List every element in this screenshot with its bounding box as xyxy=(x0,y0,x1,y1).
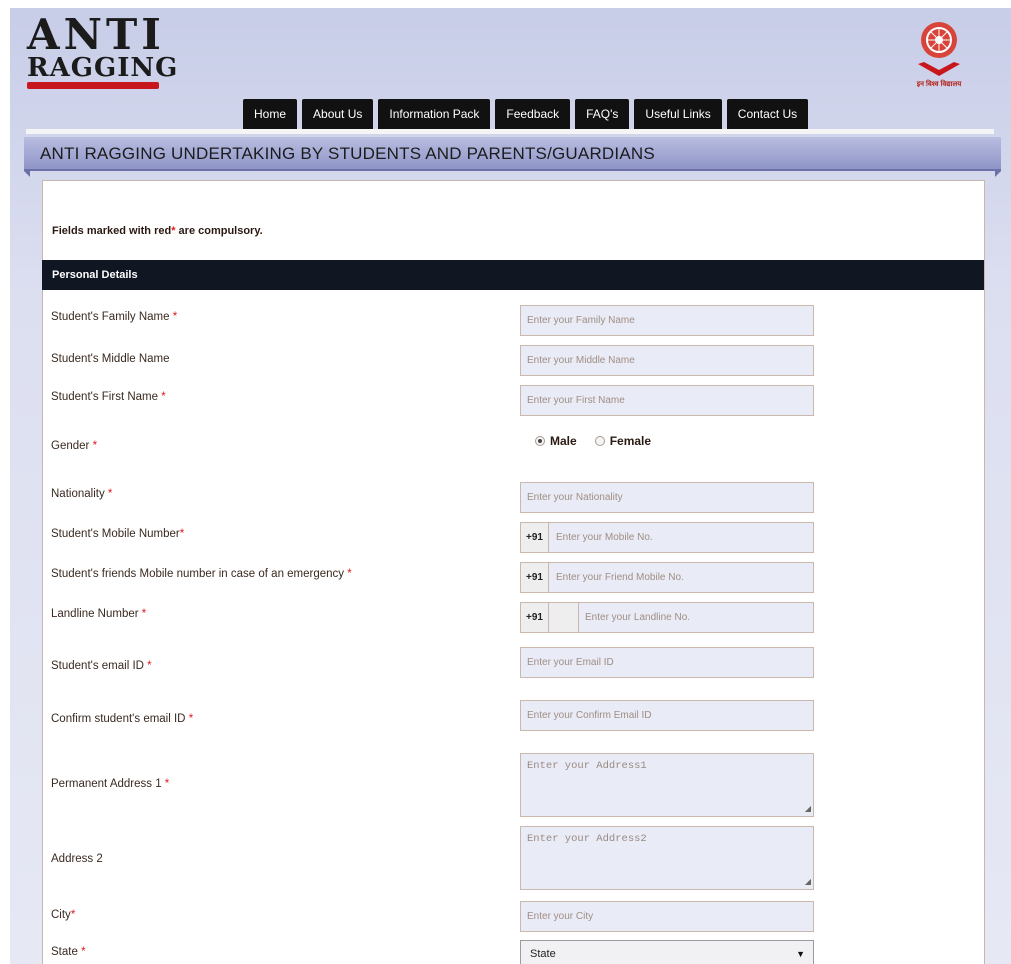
nav-faqs[interactable]: FAQ's xyxy=(575,99,630,130)
required-star: * xyxy=(347,568,352,580)
band-fold-right xyxy=(995,171,1001,177)
friend-mobile-label: Student's friends Mobile number in case … xyxy=(51,568,352,580)
friend-mobile-label-text: Student's friends Mobile number in case … xyxy=(51,568,345,580)
address2-textarea[interactable]: Enter your Address2 ◢ xyxy=(520,826,814,890)
city-input[interactable]: Enter your City xyxy=(520,901,814,932)
required-star: * xyxy=(172,311,178,323)
required-star: * xyxy=(107,488,113,500)
page-title: ANTI RAGGING UNDERTAKING BY STUDENTS AND… xyxy=(40,144,655,163)
address1-label: Permanent Address 1 * xyxy=(51,778,169,790)
gender-option-female[interactable]: Female xyxy=(594,434,652,448)
gender-label-text: Gender xyxy=(51,440,90,452)
required-star: * xyxy=(179,528,185,540)
first-name-label-text: Student's First Name xyxy=(51,391,159,403)
confirm-email-input[interactable]: Enter your Confirm Email ID xyxy=(520,700,814,731)
middle-name-label: Student's Middle Name xyxy=(51,353,170,365)
mobile-label: Student's Mobile Number* xyxy=(51,528,184,540)
landline-country-code: +91 xyxy=(521,603,549,632)
required-star: * xyxy=(81,946,86,958)
main-nav: Home About Us Information Pack Feedback … xyxy=(243,99,809,130)
required-star: * xyxy=(164,778,170,790)
mobile-label-text: Student's Mobile Number xyxy=(51,528,180,540)
resize-handle-icon[interactable]: ◢ xyxy=(805,804,811,814)
address1-placeholder: Enter your Address1 xyxy=(527,760,647,772)
nav-home[interactable]: Home xyxy=(243,99,298,130)
first-name-label: Student's First Name * xyxy=(51,391,166,403)
confirm-email-label: Confirm student's email ID * xyxy=(51,713,193,725)
state-select-value: State xyxy=(530,948,556,960)
nationality-label: Nationality * xyxy=(51,488,112,500)
email-input[interactable]: Enter your Email ID xyxy=(520,647,814,678)
email-label: Student's email ID * xyxy=(51,660,152,672)
band-fold-left xyxy=(24,171,30,177)
gender-option-male[interactable]: Male xyxy=(535,434,577,448)
landline-input[interactable]: Enter your Landline No. xyxy=(579,603,813,632)
ugc-emblem: इन विश्व विद्यालय xyxy=(906,18,972,90)
landline-std-code-input[interactable] xyxy=(550,603,579,632)
mobile-field: +91 Enter your Mobile No. xyxy=(520,522,814,553)
logo-line-2: RAGGING xyxy=(27,53,179,83)
address1-textarea[interactable]: Enter your Address1 ◢ xyxy=(520,753,814,817)
logo-underline xyxy=(27,82,159,89)
state-label-text: State xyxy=(51,946,78,958)
required-star: * xyxy=(147,660,152,672)
emblem-icon xyxy=(918,22,960,76)
state-select[interactable]: State ▼ xyxy=(520,940,814,964)
required-star: * xyxy=(141,608,147,620)
chevron-down-icon[interactable]: ▼ xyxy=(796,941,805,964)
required-star: * xyxy=(161,391,166,403)
confirm-email-label-text: Confirm student's email ID xyxy=(51,713,186,725)
compulsory-note-suffix: are compulsory. xyxy=(175,225,263,237)
anti-ragging-logo[interactable]: ANTI RAGGING xyxy=(27,10,177,94)
required-star: * xyxy=(188,713,194,725)
gender-male-label: Male xyxy=(550,434,577,448)
nav-about-us[interactable]: About Us xyxy=(302,99,374,130)
landline-label: Landline Number * xyxy=(51,608,146,620)
landline-field: +91 Enter your Landline No. xyxy=(520,602,814,633)
friend-mobile-field: +91 Enter your Friend Mobile No. xyxy=(520,562,814,593)
resize-handle-icon[interactable]: ◢ xyxy=(805,877,811,887)
radio-unchecked-icon[interactable] xyxy=(594,436,605,446)
email-label-text: Student's email ID xyxy=(51,660,144,672)
mobile-country-code: +91 xyxy=(521,523,549,552)
first-name-input[interactable]: Enter your First Name xyxy=(520,385,814,416)
radio-checked-icon[interactable] xyxy=(535,436,545,446)
friend-mobile-country-code: +91 xyxy=(521,563,549,592)
required-star: * xyxy=(70,909,76,921)
required-star: * xyxy=(92,440,98,452)
address2-label: Address 2 xyxy=(51,853,103,865)
family-name-label: Student's Family Name * xyxy=(51,311,177,323)
landline-label-text: Landline Number xyxy=(51,608,139,620)
middle-name-input[interactable]: Enter your Middle Name xyxy=(520,345,814,376)
compulsory-note-text: Fields marked with red xyxy=(52,225,172,237)
middle-name-label-text: Student's Middle Name xyxy=(51,353,170,365)
section-personal-details: Personal Details xyxy=(42,260,984,290)
address1-label-text: Permanent Address 1 xyxy=(51,778,162,790)
emblem-caption: इन विश्व विद्यालय xyxy=(916,81,962,88)
address2-label-text: Address 2 xyxy=(51,853,103,865)
state-label: State * xyxy=(51,946,86,958)
family-name-label-text: Student's Family Name xyxy=(51,311,170,323)
nav-useful-links[interactable]: Useful Links xyxy=(634,99,722,130)
nav-information-pack[interactable]: Information Pack xyxy=(378,99,491,130)
compulsory-note: Fields marked with red* are compulsory. xyxy=(52,225,263,237)
nationality-input[interactable]: Enter your Nationality xyxy=(520,482,814,513)
gender-female-label: Female xyxy=(609,434,652,448)
nav-contact-us[interactable]: Contact Us xyxy=(726,99,809,130)
mobile-input[interactable]: Enter your Mobile No. xyxy=(550,523,813,552)
logo-line-1: ANTI xyxy=(27,10,165,59)
nationality-label-text: Nationality xyxy=(51,488,105,500)
nav-divider xyxy=(26,129,994,134)
friend-mobile-input[interactable]: Enter your Friend Mobile No. xyxy=(550,563,813,592)
city-label: City* xyxy=(51,909,75,921)
city-label-text: City xyxy=(51,909,71,921)
gender-radio-group: Male Female xyxy=(535,434,651,448)
gender-label: Gender * xyxy=(51,440,97,452)
address2-placeholder: Enter your Address2 xyxy=(527,833,647,845)
nav-feedback[interactable]: Feedback xyxy=(495,99,571,130)
page-title-band: ANTI RAGGING UNDERTAKING BY STUDENTS AND… xyxy=(24,137,1001,171)
family-name-input[interactable]: Enter your Family Name xyxy=(520,305,814,336)
